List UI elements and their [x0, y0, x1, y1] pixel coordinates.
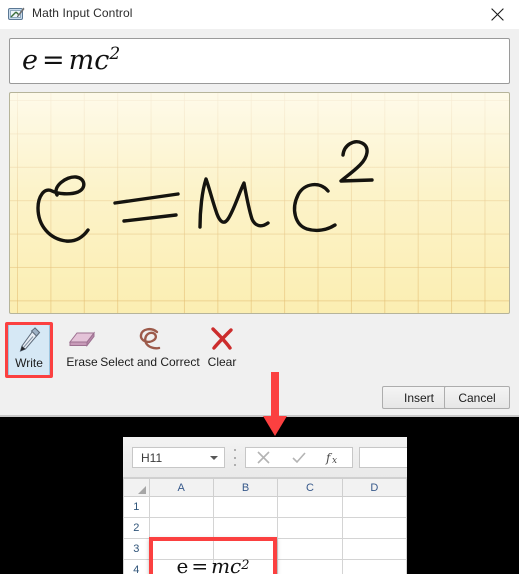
name-box[interactable]: H11: [132, 447, 225, 468]
title-bar: Math Input Control: [0, 0, 519, 29]
formula-bar-grip[interactable]: [233, 449, 237, 466]
ink-strokes: [36, 140, 374, 243]
check-icon[interactable]: [281, 448, 316, 467]
preview-formula-text: e = mc2: [22, 43, 121, 76]
dialog-button-row: Insert Cancel: [0, 386, 519, 412]
grip-dot: [234, 456, 236, 459]
preview-base: e: [22, 44, 38, 76]
cell-a2[interactable]: [148, 517, 214, 539]
table-row: 4: [123, 559, 407, 574]
cell-a3[interactable]: [148, 538, 214, 560]
column-header-c[interactable]: C: [277, 478, 343, 497]
cell-b1[interactable]: [212, 496, 279, 518]
math-input-control-dialog: Math Input Control e = mc2 Write Erase S…: [0, 0, 519, 417]
cell-d3[interactable]: [341, 538, 407, 560]
red-x-icon: [209, 324, 235, 354]
select-and-correct-tool-label: Select and Correct: [100, 355, 200, 369]
close-icon: [490, 8, 504, 21]
handwriting-canvas[interactable]: [9, 92, 510, 314]
select-all-corner[interactable]: [123, 478, 150, 497]
pen-icon: [17, 325, 41, 355]
grip-dot: [234, 464, 236, 466]
cell-b4[interactable]: [212, 559, 279, 574]
column-header-d[interactable]: D: [341, 478, 407, 497]
cell-d4[interactable]: [341, 559, 407, 574]
excel-window: H11 f x A B C D 1 2 3 4 e = mc: [123, 437, 407, 574]
spreadsheet-grid: A B C D 1 2 3 4 e = mc: [123, 478, 407, 574]
formula-input[interactable]: [359, 447, 407, 468]
preview-equals: =: [41, 44, 65, 76]
select-and-correct-tool-button[interactable]: Select and Correct: [90, 324, 210, 376]
corner-triangle-icon: [137, 486, 146, 494]
svg-text:x: x: [332, 456, 337, 465]
clear-tool-label: Clear: [207, 355, 237, 369]
fx-icon[interactable]: f x: [317, 448, 352, 467]
cancel-button[interactable]: Cancel: [444, 386, 510, 409]
write-tool-label: Write: [15, 356, 43, 370]
tool-strip: Write Erase Select and Correct Clear: [0, 322, 519, 380]
cancel-x-icon[interactable]: [246, 448, 281, 467]
excel-formula-bar: H11 f x: [123, 437, 407, 478]
cell-c3[interactable]: [277, 538, 343, 560]
sheet-table: A B C D 1 2 3 4: [123, 478, 407, 574]
cell-a4[interactable]: [148, 559, 214, 574]
chevron-down-icon[interactable]: [210, 456, 218, 460]
table-row: 3: [123, 538, 407, 560]
column-header-a[interactable]: A: [148, 478, 214, 497]
math-input-tablet-icon: [8, 6, 25, 22]
name-box-value: H11: [141, 451, 163, 465]
write-tool-button[interactable]: Write: [8, 324, 50, 376]
cell-a1[interactable]: [148, 496, 214, 518]
recognized-formula-preview: e = mc2: [9, 38, 510, 84]
row-header-1[interactable]: 1: [123, 496, 150, 518]
down-arrow-icon: [262, 372, 288, 438]
column-header-b[interactable]: B: [212, 478, 279, 497]
window-title: Math Input Control: [32, 6, 133, 20]
cell-c2[interactable]: [277, 517, 343, 539]
cell-d1[interactable]: [341, 496, 407, 518]
table-row: 2: [123, 517, 407, 539]
row-header-2[interactable]: 2: [123, 517, 150, 539]
preview-exponent: 2: [109, 43, 121, 64]
grip-dot: [234, 449, 236, 451]
cell-b2[interactable]: [212, 517, 279, 539]
cell-c1[interactable]: [277, 496, 343, 518]
formula-bar-buttons: f x: [245, 447, 353, 468]
preview-body: mc: [68, 44, 110, 76]
column-header-row: A B C D: [123, 478, 407, 497]
cell-d2[interactable]: [341, 517, 407, 539]
cell-c4[interactable]: [277, 559, 343, 574]
lasso-icon: [135, 324, 165, 354]
clear-tool-button[interactable]: Clear: [196, 324, 248, 376]
close-button[interactable]: [475, 0, 519, 29]
row-header-4[interactable]: 4: [123, 559, 150, 574]
cell-b3[interactable]: [212, 538, 279, 560]
row-header-3[interactable]: 3: [123, 538, 150, 560]
table-row: 1: [123, 496, 407, 518]
